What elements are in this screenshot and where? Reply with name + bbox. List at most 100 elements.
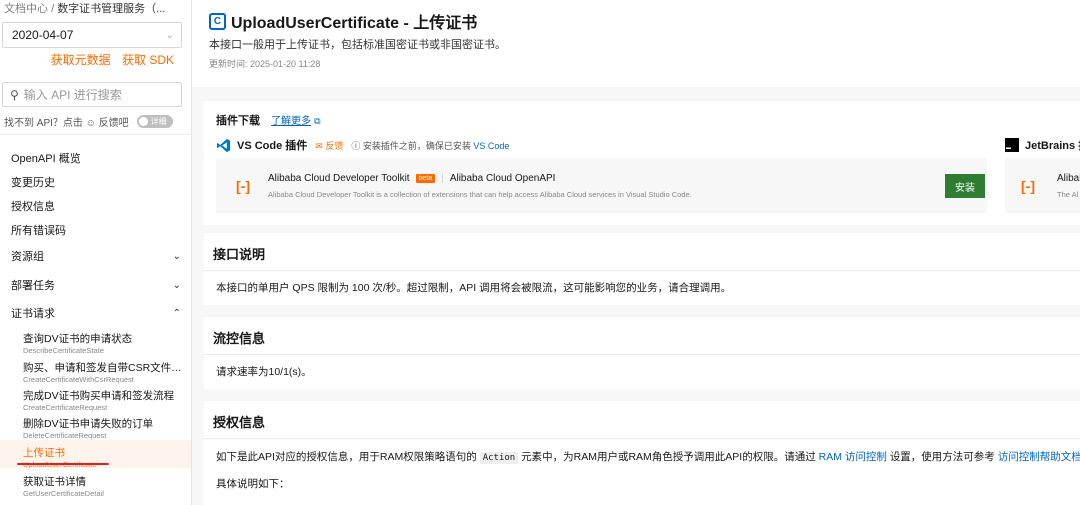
alibaba-cloud-logo-icon: [-] [236,177,250,194]
toolkit-name-row: Alibaba Cloud Developer Toolkit beta | A… [268,173,555,184]
search-icon: ⚲ [10,87,19,102]
chevron-down-icon: ⌄ [172,250,181,262]
detail-toggle[interactable]: 详细 [136,115,173,128]
api-search-input[interactable]: ⚲ 输入 API 进行搜索 [2,82,182,107]
sidebar-subitem-delete-cert-request[interactable]: 删除DV证书申请失败的订单 DeleteCertificateRequest [23,416,183,440]
subitem-api-name: CreateCertificateRequest [23,403,108,412]
section-authorization: 授权信息 如下是此API对应的授权信息，用于RAM权限策略语句的 Action … [204,401,1080,505]
sidebar-subitem-create-cert-request[interactable]: 完成DV证书购买申请和签发流程 CreateCertificateRequest [23,388,183,412]
subitem-title: 删除DV证书申请失败的订单 [23,418,154,430]
updated-time: 更新时间: 2025-01-20 11:28 [209,59,321,69]
sidebar-subitem-get-user-cert-detail[interactable]: 获取证书详情 GetUserCertificateDetail [23,474,183,498]
ram-access-control-link[interactable]: RAM 访问控制 [819,451,887,463]
page-description: 本接口一般用于上传证书，包括标准国密证书或非国密证书。 [209,39,506,51]
subitem-api-name: GetUserCertificateDetail [23,489,104,498]
sidebar-item-label: 部署任务 [11,280,55,292]
subitem-title: 上传证书 [23,447,65,459]
install-tip: ⓘ 安装插件之前，确保已安装 VS Code [351,139,509,152]
sidebar-item-error-codes[interactable]: 所有错误码 [11,222,181,238]
subitem-api-name: CreateCertificateWithCsrRequest [23,375,134,384]
jetbrains-card-title: Alibab [1057,173,1080,184]
sidebar-item-label: 资源组 [11,251,44,263]
version-date-select[interactable]: 2020-04-07 ⌄ [2,22,182,48]
install-button[interactable]: 安装 [945,174,985,198]
vscode-logo-icon [216,138,231,152]
chevron-up-icon: ⌃ [172,307,181,319]
section-divider [204,438,1080,439]
feedback-icon: ✉ [315,140,326,151]
sidebar-item-openapi-overview[interactable]: OpenAPI 概览 [11,150,181,166]
section-text: 本接口的单用户 QPS 限制为 100 次/秒。超过限制，API 调用将会被限流… [216,282,732,294]
action-code: Action [479,452,519,464]
breadcrumb-current[interactable]: 数字证书管理服务（... [57,3,165,15]
get-metadata-link[interactable]: 获取元数据 [51,53,111,67]
vscode-plugin-row: VS Code 插件 ✉ 反馈 ⓘ 安装插件之前，确保已安装 VS Code [216,137,509,153]
section-title: 接口说明 [213,247,266,262]
install-tip-text: ⓘ 安装插件之前，确保已安装 [351,140,471,151]
subitem-api-name: DeleteCertificateRequest [23,431,107,440]
jetbrains-plugin-row: ▬ JetBrains 插 [1005,137,1080,153]
section-divider [204,354,1080,355]
get-sdk-link[interactable]: 获取 SDK [122,53,174,67]
alibaba-cloud-logo-icon: [-] [1021,177,1035,194]
learn-more-link[interactable]: 了解更多 [271,116,311,127]
auth-text-part: 元素中，为RAM用户或RAM角色授予调用此API的权限。请通过 [521,451,816,463]
section-text: 如下是此API对应的授权信息，用于RAM权限策略语句的 Action 元素中，为… [216,449,1080,464]
sidebar-item-label: 变更历史 [11,177,55,189]
section-subtext: 具体说明如下： [216,478,290,490]
breadcrumb: 文档中心 / 数字证书管理服务（... [4,0,165,15]
sidebar-item-resource-group[interactable]: 资源组 ⌄ [11,248,181,264]
feedback-link[interactable]: ✉ 反馈 [315,139,343,152]
chevron-down-icon: ⌄ [165,29,174,41]
access-control-help-link[interactable]: 访问控制帮助文档 [998,451,1080,463]
divider: | [441,173,444,184]
auth-text-part: 如下是此API对应的授权信息，用于RAM权限策略语句的 [216,451,477,463]
vscode-link[interactable]: VS Code [473,141,509,151]
plugin-download-card: 插件下载 了解更多 ⧉ VS Code 插件 ✉ 反馈 ⓘ 安装插件之前，确保已… [204,101,1080,225]
jetbrains-toolkit-card: [-] Alibab The Al [1005,158,1080,213]
api-icon: C [209,12,226,30]
chevron-down-icon: ⌄ [172,279,181,291]
side-links: 获取元数据 获取 SDK [43,51,174,68]
vscode-plugin-name: VS Code 插件 [237,140,308,152]
sidebar-subitem-create-cert-with-csr[interactable]: 购买、申请和签发自带CSR文件的DV... CreateCertificateW… [23,360,183,384]
toolkit-description: Alibaba Cloud Developer Toolkit is a col… [268,190,692,199]
auth-text-part: 设置，使用方法可参考 [889,451,995,463]
toolkit-subname: Alibaba Cloud OpenAPI [449,173,556,184]
jetbrains-card-description: The Al [1057,190,1079,199]
sidebar-item-label: 所有错误码 [11,225,66,237]
section-text: 请求速率为10/1(s)。 [216,366,312,378]
subitem-title: 购买、申请和签发自带CSR文件的DV... [23,362,183,374]
sidebar: 文档中心 / 数字证书管理服务（... 2020-04-07 ⌄ 获取元数据 获… [0,0,192,505]
search-placeholder: 输入 API 进行搜索 [23,88,122,102]
sidebar-item-change-history[interactable]: 变更历史 [11,174,181,190]
subitem-title: 完成DV证书购买申请和签发流程 [23,390,175,402]
section-interface-description: 接口说明 本接口的单用户 QPS 限制为 100 次/秒。超过限制，API 调用… [204,233,1080,305]
toolkit-name: Alibaba Cloud Developer Toolkit [268,173,410,184]
annotation-underline [17,463,109,465]
section-title: 授权信息 [213,415,266,430]
version-date-value: 2020-04-07 [12,28,74,42]
breadcrumb-root[interactable]: 文档中心 [4,3,48,15]
section-divider [204,270,1080,271]
subitem-title: 查询DV证书的申请状态 [23,333,133,345]
plugin-heading-text: 插件下载 [216,115,260,127]
external-link-icon: ⧉ [314,116,321,126]
subitem-title: 获取证书详情 [23,476,86,488]
sidebar-item-label: OpenAPI 概览 [11,153,81,165]
page-header: C UploadUserCertificate - 上传证书 本接口一般用于上传… [192,0,1080,87]
toolkit-card: [-] Alibaba Cloud Developer Toolkit beta… [216,158,987,213]
sidebar-item-label: 证书请求 [11,308,55,320]
detail-toggle-label: 详细 [150,117,167,126]
feedback-label: 反馈 [325,140,344,151]
sidebar-item-deploy-tasks[interactable]: 部署任务 ⌄ [11,277,181,293]
sidebar-item-authorization[interactable]: 授权信息 [11,198,181,214]
sidebar-subitem-upload-user-cert[interactable]: 上传证书 UploadUserCertificate [23,445,183,469]
section-flow-control: 流控信息 请求速率为10/1(s)。 [204,317,1080,389]
not-found-text[interactable]: 找不到 API？点击 ☺ 反馈吧 [4,114,129,129]
sidebar-item-cert-requests[interactable]: 证书请求 ⌃ [11,305,181,321]
sidebar-subitem-describe-cert-state[interactable]: 查询DV证书的申请状态 DescribeCertificateState [23,331,183,355]
plugin-heading: 插件下载 了解更多 ⧉ [216,112,321,128]
not-found-feedback: 找不到 API？点击 ☺ 反馈吧 详细 [4,114,173,129]
jetbrains-logo-icon: ▬ [1005,138,1019,152]
